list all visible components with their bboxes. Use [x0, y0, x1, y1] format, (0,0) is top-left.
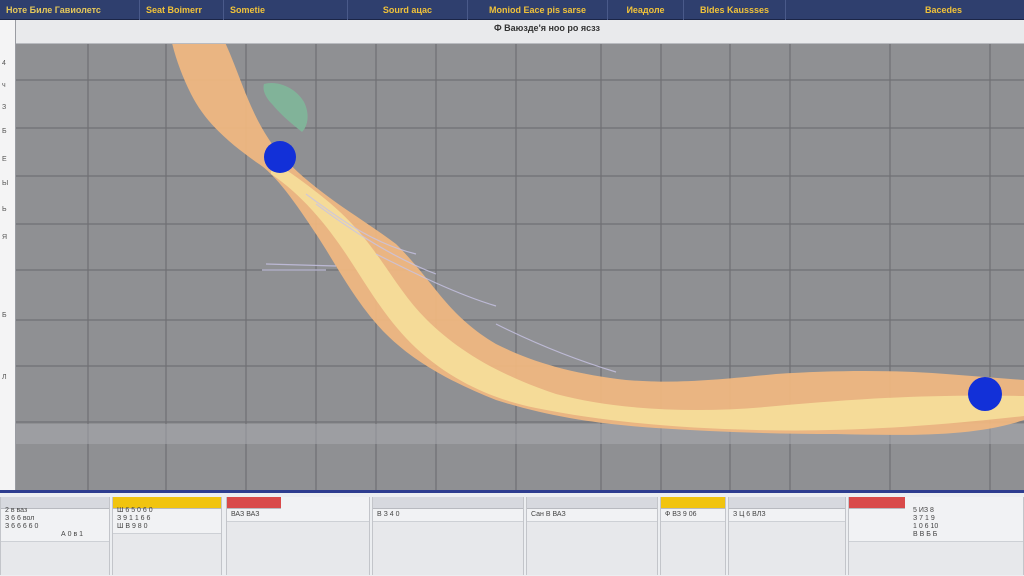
top-header-bar: Ноте Биле Гавиолетс Seat Boimerr Sometie…	[0, 0, 1024, 20]
header-item[interactable]: Sometie	[224, 0, 348, 20]
blue-marker-end[interactable]	[968, 377, 1002, 411]
ruler-tick: 4	[2, 60, 6, 67]
cell-text: В З 4 0	[377, 511, 400, 518]
cell-text: 5 ИЗ 8	[913, 507, 934, 514]
cell-text: Ш В 9 8 0	[117, 523, 148, 530]
cell-body	[661, 521, 725, 575]
bottom-cell[interactable]: Ф ВЗ 9 06	[660, 497, 726, 575]
cell-body	[527, 521, 657, 575]
blue-marker-start[interactable]	[264, 141, 296, 173]
header-item[interactable]: Bldes Kaussses	[684, 0, 786, 20]
header-item[interactable]: Bacedes	[786, 0, 1024, 20]
cell-text: Ш 6 5 0 6 0	[117, 507, 153, 514]
app-window: Ноте Биле Гавиолетс Seat Boimerr Sometie…	[0, 0, 1024, 576]
cell-body	[113, 533, 221, 575]
ruler-tick: Б	[2, 128, 7, 135]
sub-header-strip: Ф Ваюзде'я ноо ро ясзз	[0, 20, 1024, 44]
bottom-cell[interactable]: 5 ИЗ 8 З 7 1 9 1 0 6 10 В В Б Б	[848, 497, 1024, 575]
cell-text: З 7 1 9	[913, 515, 935, 522]
cell-text: 2 в ваз	[5, 507, 28, 514]
cell-tab	[849, 497, 905, 509]
cell-text: З 6 6 вол	[5, 515, 35, 522]
cell-tab	[661, 497, 725, 509]
bottom-cell[interactable]: ВАЗ ВАЗ	[226, 497, 370, 575]
cell-text: Сан В ВАЗ	[531, 511, 566, 518]
bottom-cell[interactable]: Ш 6 5 0 6 0 З 9 1 1 6 6 Ш В 9 8 0	[112, 497, 222, 575]
bottom-cell[interactable]: В З 4 0	[372, 497, 524, 575]
ruler-tick: Л	[2, 374, 7, 381]
cell-text: З 9 1 1 6 6	[117, 515, 151, 522]
bottom-cell[interactable]: 2 в ваз З 6 6 вол З 6 6 6 6 0 А 0 в 1	[0, 497, 110, 575]
cell-body	[1, 541, 109, 575]
header-item[interactable]: Moniod Eace pis sarse	[468, 0, 608, 20]
cell-body	[373, 521, 523, 575]
ruler-tick: Е	[2, 156, 7, 163]
header-item[interactable]: Seat Boimerr	[140, 0, 224, 20]
cell-tab	[227, 497, 281, 509]
cell-body	[729, 521, 845, 575]
cell-text: В В Б Б	[913, 531, 938, 538]
cell-text: З Ц 6 ВЛЗ	[733, 511, 766, 518]
ruler-tick: Я	[2, 234, 8, 241]
cell-text: З 6 6 6 6 0	[5, 523, 39, 530]
sub-header-text: Ф Ваюзде'я ноо ро ясзз	[494, 23, 600, 33]
ruler-tick: Б	[2, 312, 7, 319]
cell-tab	[373, 497, 523, 509]
header-title[interactable]: Ноте Биле Гавиолетс	[0, 0, 140, 20]
green-region	[263, 82, 308, 132]
header-item[interactable]: Иеадоле	[608, 0, 684, 20]
cell-tab	[527, 497, 657, 509]
plot-svg	[16, 44, 1024, 490]
ruler-tick: Ы	[2, 180, 9, 187]
cell-text: 1 0 6 10	[913, 523, 939, 530]
vertical-ruler[interactable]: 4 ч З Б Е Ы Ь Я Б Л	[0, 20, 16, 490]
cell-text: ВАЗ ВАЗ	[231, 511, 260, 518]
cell-body	[227, 521, 369, 575]
cell-body	[849, 541, 1023, 575]
plot-canvas[interactable]	[16, 44, 1024, 490]
header-item[interactable]: Sourd ацас	[348, 0, 468, 20]
ruler-tick: З	[2, 104, 7, 111]
bottom-cell[interactable]: З Ц 6 ВЛЗ	[728, 497, 846, 575]
bottom-panel: 2 в ваз З 6 6 вол З 6 6 6 6 0 А 0 в 1 Ш …	[0, 490, 1024, 576]
ruler-tick: Ь	[2, 206, 7, 213]
ruler-tick: ч	[2, 82, 6, 89]
cell-text: Ф ВЗ 9 06	[665, 511, 697, 518]
cell-tab	[729, 497, 845, 509]
cell-text: А 0 в 1	[61, 531, 84, 538]
bottom-cell[interactable]: Сан В ВАЗ	[526, 497, 658, 575]
